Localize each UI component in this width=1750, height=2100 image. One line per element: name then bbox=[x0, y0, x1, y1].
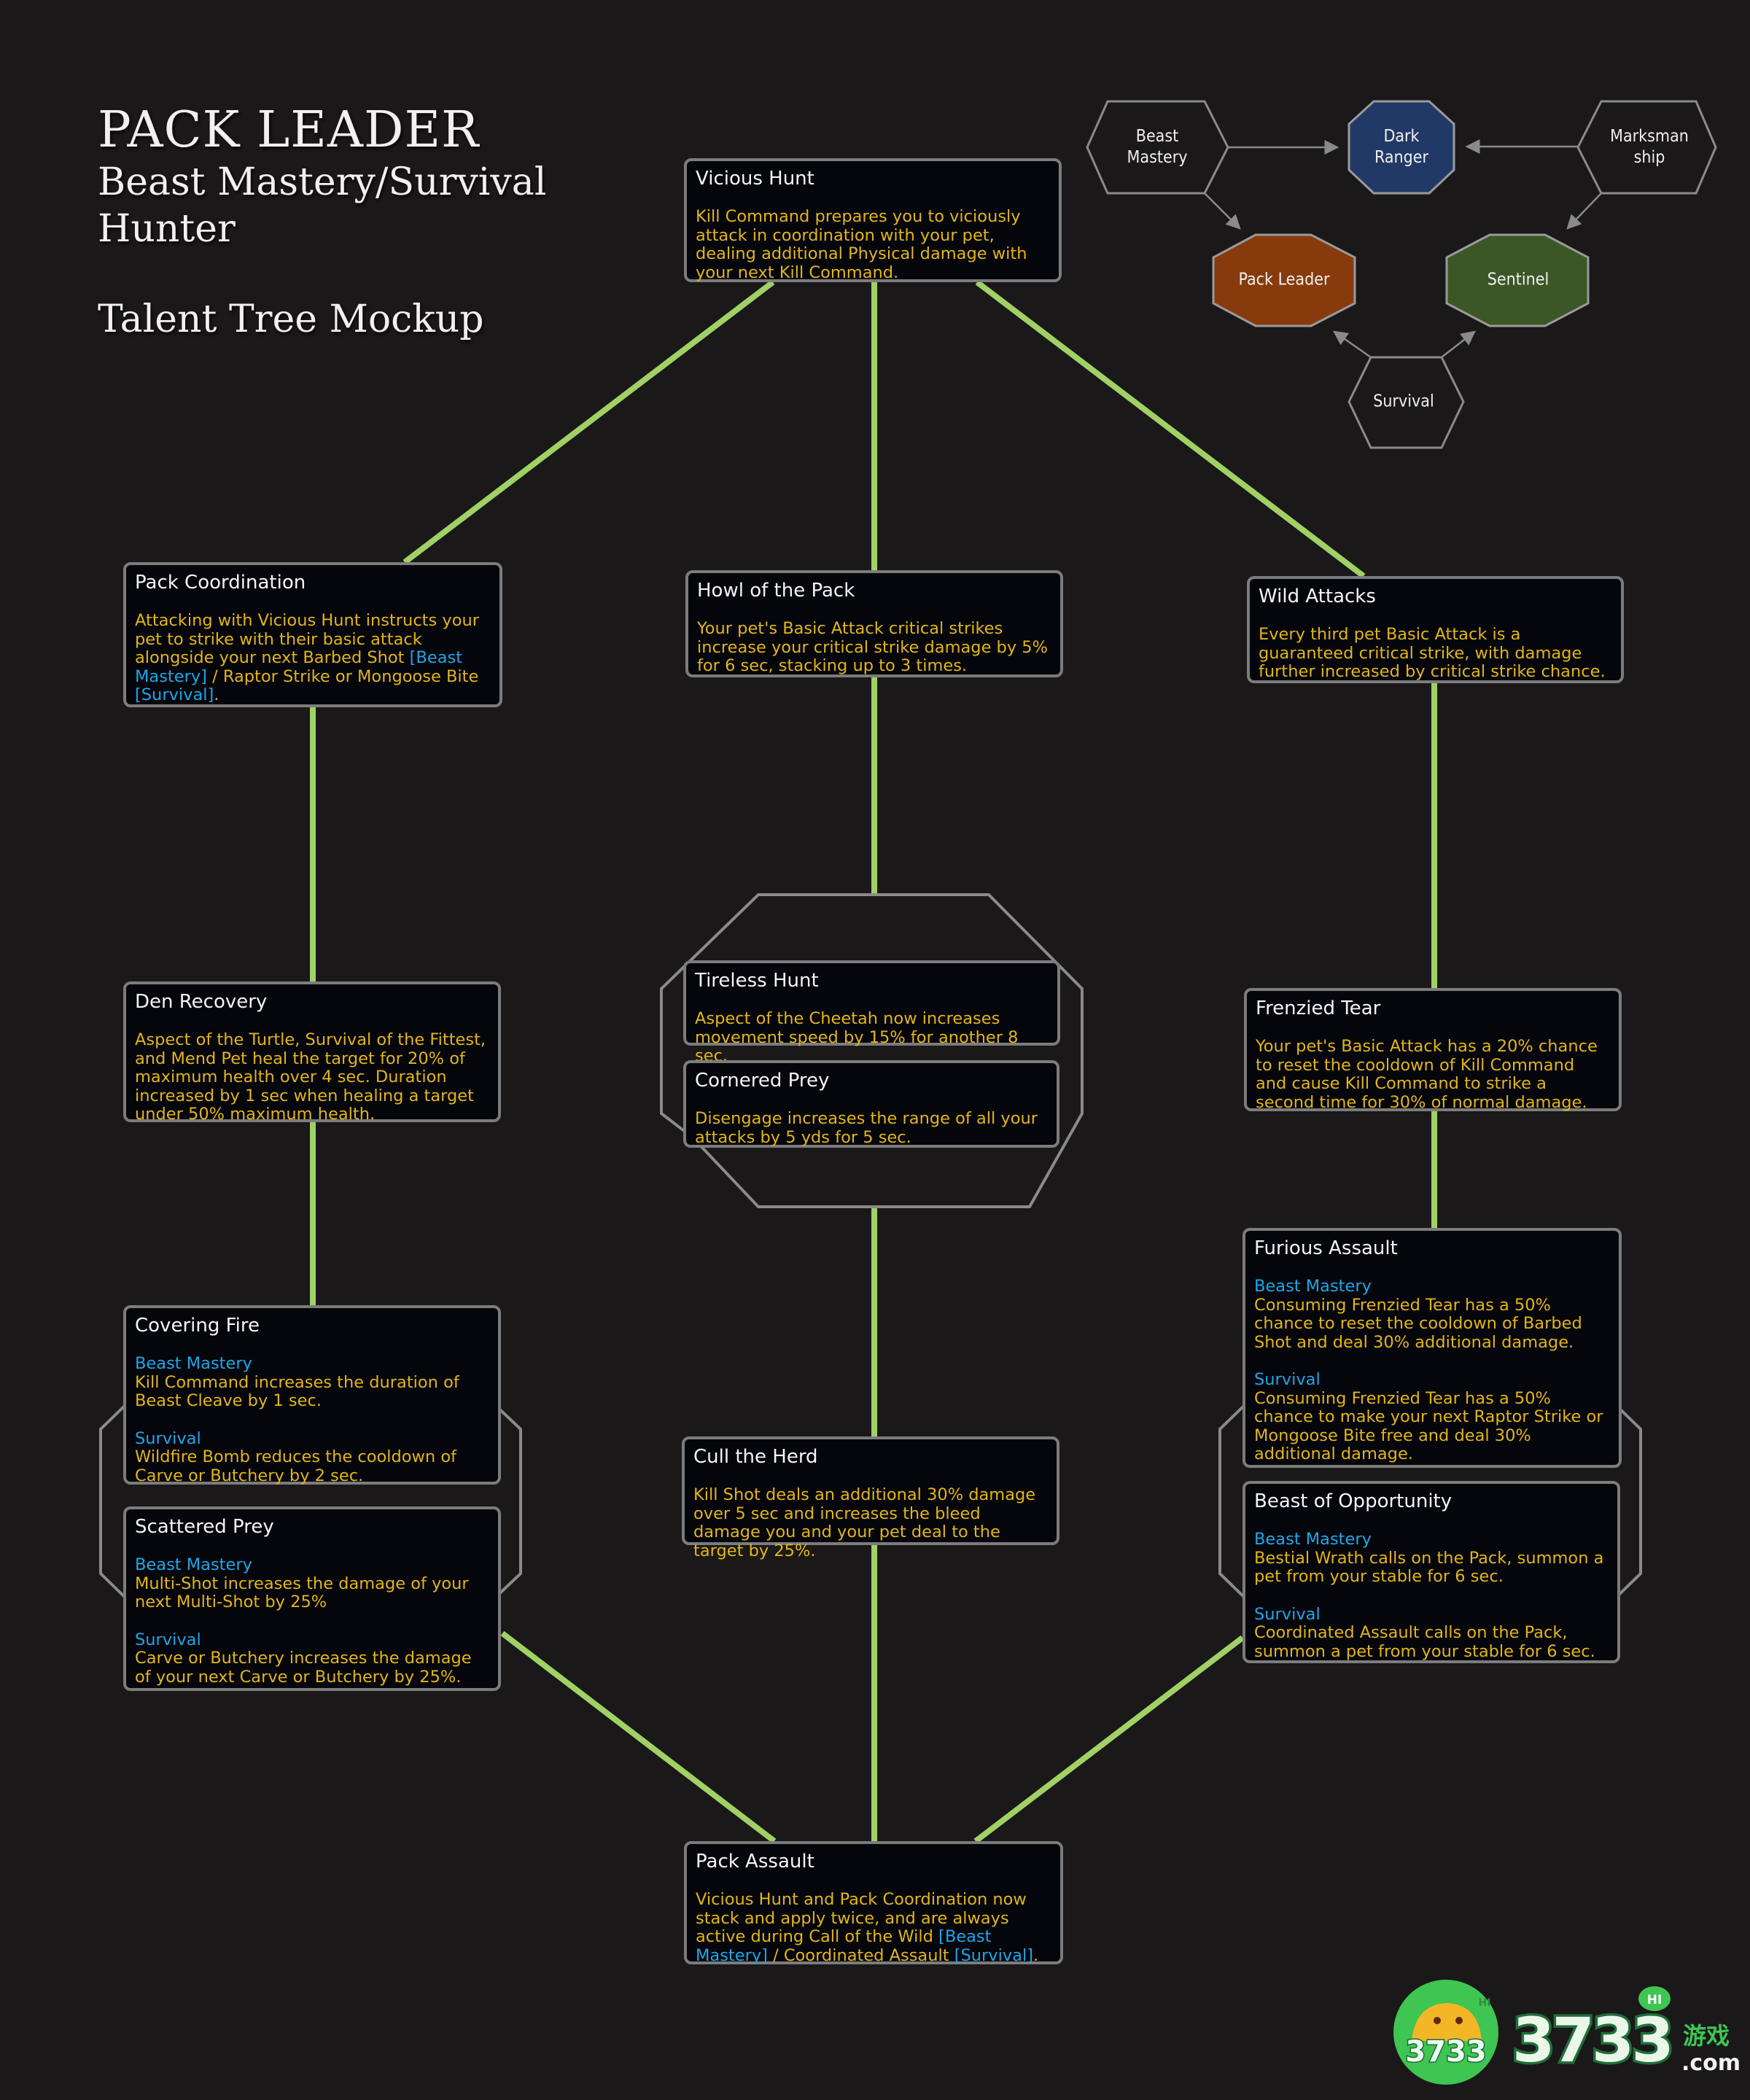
hex-label-line: Pack Leader bbox=[1238, 270, 1330, 289]
talent-furious-assault[interactable]: Furious Assault Beast Mastery Consuming … bbox=[1242, 1228, 1622, 1468]
talent-name: Cornered Prey bbox=[695, 1070, 830, 1092]
talent-description: Your pet's Basic Attack critical strikes… bbox=[697, 619, 1049, 675]
talent-description-sv: Carve or Butchery increases the damage o… bbox=[135, 1649, 472, 1687]
talent-name: Beast of Opportunity bbox=[1254, 1490, 1452, 1512]
mascot-eye-icon bbox=[1455, 2017, 1463, 2024]
hex-label-line: Marksman bbox=[1610, 127, 1689, 146]
talent-name: Furious Assault bbox=[1254, 1237, 1398, 1259]
talent-name: Wild Attacks bbox=[1259, 586, 1376, 607]
talent-vicious-hunt[interactable]: Vicious Hunt Kill Command prepares you t… bbox=[684, 158, 1062, 282]
talent-description: Aspect of the Turtle, Survival of the Fi… bbox=[135, 1030, 486, 1124]
talent-name: Cull the Herd bbox=[693, 1446, 818, 1468]
spec-label-beast-mastery: Beast Mastery bbox=[1254, 1530, 1372, 1549]
brand-chinese: 游戏 bbox=[1683, 2022, 1730, 2050]
spec-label-survival: Survival bbox=[135, 1630, 201, 1649]
talent-den-recovery[interactable]: Den Recovery Aspect of the Turtle, Survi… bbox=[123, 981, 501, 1124]
hex-label-line: ship bbox=[1633, 148, 1665, 167]
talent-howl-of-the-pack[interactable]: Howl of the Pack Your pet's Basic Attack… bbox=[685, 570, 1063, 677]
spec-label-survival: Survival bbox=[1254, 1370, 1321, 1389]
talent-pack-coordination[interactable]: Pack Coordination Attacking with Vicious… bbox=[123, 562, 502, 707]
talent-description: Vicious Hunt and Pack Coordination now s… bbox=[696, 1890, 1051, 1965]
talent-name: Vicious Hunt bbox=[696, 168, 814, 190]
arrow-sv-to-pack-leader bbox=[1332, 330, 1372, 359]
hex-label-pack-leader: Pack Leader bbox=[1218, 270, 1350, 291]
desc-part: / Coordinated Assault bbox=[767, 1945, 954, 1965]
talent-name: Scattered Prey bbox=[135, 1516, 274, 1538]
talent-name: Howl of the Pack bbox=[697, 580, 855, 602]
talent-description-bm: Consuming Frenzied Tear has a 50% chance… bbox=[1254, 1295, 1582, 1352]
talent-description: Kill Shot deals an additional 30% damage… bbox=[693, 1485, 1036, 1560]
connector-scattered-to-assault bbox=[500, 1630, 777, 1844]
talent-pack-assault[interactable]: Pack Assault Vicious Hunt and Pack Coord… bbox=[684, 1841, 1063, 1964]
talent-description: Attacking with Vicious Hunt instructs yo… bbox=[135, 611, 491, 705]
hex-label-line: Beast bbox=[1135, 127, 1179, 146]
talent-name: Den Recovery bbox=[135, 991, 268, 1013]
arrow-sv-to-sentinel bbox=[1441, 330, 1476, 358]
connector-opportunity-to-assault bbox=[973, 1635, 1245, 1844]
hex-label-line: Survival bbox=[1373, 392, 1434, 411]
hex-label-line: Mastery bbox=[1127, 148, 1188, 167]
talent-description: Your pet's Basic Attack has a 20% chance… bbox=[1256, 1037, 1598, 1112]
talent-cornered-prey[interactable]: Cornered Prey Disengage increases the ra… bbox=[683, 1060, 1059, 1148]
page-subtitle-line2: Hunter bbox=[98, 207, 236, 251]
spec-label-beast-mastery: Beast Mastery bbox=[1254, 1277, 1372, 1296]
spec-tag-survival: [Survival] bbox=[135, 685, 214, 704]
hex-label-survival: Survival bbox=[1338, 392, 1469, 413]
spec-tag-survival: [Survival] bbox=[954, 1945, 1033, 1965]
talent-description-bm: Multi-Shot increases the damage of your … bbox=[135, 1574, 469, 1611]
talent-description: Disengage increases the range of all you… bbox=[695, 1109, 1038, 1147]
hex-label-marksmanship: Marksman ship bbox=[1584, 126, 1715, 168]
talent-description-bm: Kill Command increases the duration of B… bbox=[135, 1372, 459, 1410]
title-block: PACK LEADER Beast Mastery/Survival Hunte… bbox=[98, 102, 546, 343]
arrow-mm-to-sentinel bbox=[1566, 192, 1602, 230]
talent-description: Aspect of the Cheetah now increases move… bbox=[695, 1009, 1019, 1065]
talent-description-sv: Coordinated Assault calls on the Pack, s… bbox=[1254, 1623, 1595, 1661]
talent-frenzied-tear[interactable]: Frenzied Tear Your pet's Basic Attack ha… bbox=[1244, 988, 1622, 1111]
brand-hi-text: HI bbox=[1647, 1993, 1662, 2007]
hex-label-beast-mastery: Beast Mastery bbox=[1092, 126, 1223, 168]
hex-label-line: Sentinel bbox=[1487, 270, 1549, 289]
talent-cull-the-herd[interactable]: Cull the Herd Kill Shot deals an additio… bbox=[682, 1436, 1059, 1560]
talent-wild-attacks[interactable]: Wild Attacks Every third pet Basic Attac… bbox=[1247, 576, 1624, 683]
talent-description: Kill Command prepares you to viciously a… bbox=[696, 207, 1027, 282]
hex-label-line: Dark bbox=[1383, 127, 1420, 146]
badge-text: 3733 bbox=[1405, 2035, 1486, 2069]
talent-name: Pack Coordination bbox=[135, 572, 306, 594]
desc-part: . bbox=[214, 685, 219, 704]
watermark-logo: 3733 HI 3733 HI 游戏 .com bbox=[1390, 1975, 1741, 2085]
mascot-eye-icon bbox=[1434, 2017, 1441, 2024]
talent-covering-fire[interactable]: Covering Fire Beast Mastery Kill Command… bbox=[123, 1305, 501, 1485]
talent-description-sv: Consuming Frenzied Tear has a 50% chance… bbox=[1254, 1388, 1603, 1463]
spec-label-survival: Survival bbox=[135, 1428, 201, 1448]
brand-number: 3733 bbox=[1512, 2004, 1671, 2076]
spec-label-survival: Survival bbox=[1254, 1604, 1321, 1624]
talent-beast-of-opportunity[interactable]: Beast of Opportunity Beast Mastery Besti… bbox=[1242, 1481, 1620, 1663]
hex-label-dark-ranger: Dark Ranger bbox=[1336, 126, 1467, 168]
page-caption: Talent Tree Mockup bbox=[98, 298, 484, 341]
talent-name: Tireless Hunt bbox=[695, 970, 819, 992]
talent-description-bm: Bestial Wrath calls on the Pack, summon … bbox=[1254, 1548, 1604, 1586]
talent-tireless-hunt[interactable]: Tireless Hunt Aspect of the Cheetah now … bbox=[683, 960, 1060, 1065]
talent-description: Every third pet Basic Attack is a guaran… bbox=[1259, 625, 1606, 681]
desc-part: . bbox=[1033, 1945, 1039, 1965]
hex-label-sentinel: Sentinel bbox=[1452, 270, 1584, 291]
talent-name: Covering Fire bbox=[135, 1315, 260, 1337]
page-title: PACK LEADER bbox=[98, 101, 480, 159]
hex-label-line: Ranger bbox=[1374, 148, 1429, 167]
talent-scattered-prey[interactable]: Scattered Prey Beast Mastery Multi-Shot … bbox=[123, 1506, 501, 1691]
talent-name: Pack Assault bbox=[696, 1851, 814, 1872]
badge-hi-text: HI bbox=[1479, 1997, 1491, 2009]
spec-label-beast-mastery: Beast Mastery bbox=[135, 1555, 252, 1574]
talent-name: Frenzied Tear bbox=[1256, 998, 1381, 1019]
spec-label-beast-mastery: Beast Mastery bbox=[135, 1354, 252, 1373]
talent-description-sv: Wildfire Bomb reduces the cooldown of Ca… bbox=[135, 1447, 457, 1485]
page-subtitle-line1: Beast Mastery/Survival bbox=[98, 160, 547, 204]
arrow-bm-to-pack-leader bbox=[1204, 192, 1241, 230]
desc-part: / Raptor Strike or Mongoose Bite bbox=[206, 666, 479, 686]
brand-domain: .com bbox=[1681, 2050, 1740, 2076]
